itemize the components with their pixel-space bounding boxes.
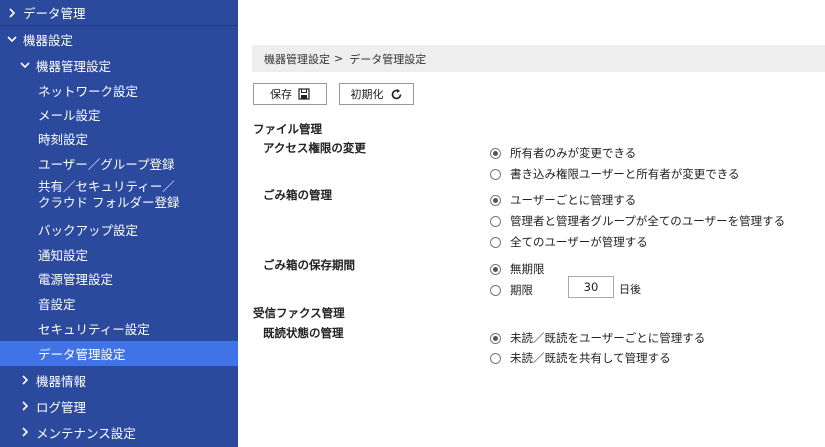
radio-button[interactable] [490,147,501,159]
option-label: 管理者と管理者グループが全てのユーザーを管理する [510,214,786,228]
sidebar-item-label: バックアップ設定 [38,222,139,238]
option-label: ユーザーごとに管理する [510,193,637,207]
radio-button[interactable] [490,168,501,180]
retention-days-input[interactable]: 30 [568,276,614,298]
sidebar-item-device-mgmt-settings[interactable]: 機器管理設定 [0,52,238,78]
access-option-writers-and-owner[interactable]: 書き込み権限ユーザーと所有者が変更できる [490,166,740,182]
sidebar-item-label: クラウド フォルダー登録 [38,195,180,210]
sidebar-item-label: 共有／セキュリティー／ [38,179,175,194]
sidebar-item-time[interactable]: 時刻設定 [0,126,238,150]
breadcrumb-parent[interactable]: 機器管理設定 [264,51,330,67]
chevron-right-icon [6,7,18,19]
trash-retention-label: ごみ箱の保存期間 [263,258,355,272]
main-content: 機器管理設定 > データ管理設定 保存 初期化 ファイル管理 アクセス権限の変更… [238,0,825,447]
breadcrumb: 機器管理設定 > データ管理設定 [252,45,825,72]
sidebar-item-label: セキュリティー設定 [38,321,150,337]
save-icon [298,88,310,100]
sidebar-item-maintenance[interactable]: メンテナンス設定 [0,419,238,445]
chevron-down-icon [6,33,18,45]
option-label: 所有者のみが変更できる [510,146,637,160]
access-option-owner-only[interactable]: 所有者のみが変更できる [490,145,636,161]
sidebar-item-backup[interactable]: バックアップ設定 [0,217,238,241]
sidebar-item-sound[interactable]: 音設定 [0,291,238,315]
option-label: 期限 [510,283,533,297]
file-mgmt-title: ファイル管理 [253,122,322,136]
radio-button[interactable] [490,236,501,248]
sidebar-item-mail[interactable]: メール設定 [0,102,238,126]
sidebar-item-shared-folder[interactable]: 共有／セキュリティー／ クラウド フォルダー登録 [0,176,238,216]
sidebar-item-label: ネットワーク設定 [38,83,139,99]
sidebar-item-notification[interactable]: 通知設定 [0,242,238,266]
radio-button[interactable] [490,215,501,227]
radio-button[interactable] [490,332,501,344]
radio-button[interactable] [490,194,501,206]
retention-option-unlimited[interactable]: 無期限 [490,261,545,277]
radio-button[interactable] [490,352,501,364]
sidebar-item-label: 通知設定 [38,247,89,263]
sidebar-item-data-management[interactable]: データ管理 [0,0,238,25]
trash-option-all-users[interactable]: 全てのユーザーが管理する [490,234,648,250]
sidebar-item-label: 音設定 [38,296,76,312]
sidebar-item-label: 機器管理設定 [36,58,112,74]
retention-days-unit: 日後 [619,283,641,296]
sidebar-item-network[interactable]: ネットワーク設定 [0,78,238,102]
breadcrumb-current: データ管理設定 [349,52,427,66]
sidebar: データ管理 機器設定 機器管理設定 ネットワーク設定 メール設定 時刻設定 ユー… [0,0,238,447]
sidebar-item-log-mgmt[interactable]: ログ管理 [0,393,238,419]
chevron-right-icon [19,426,31,438]
access-permission-label: アクセス権限の変更 [263,141,366,155]
sidebar-item-power[interactable]: 電源管理設定 [0,266,238,290]
retention-days-value: 30 [583,280,599,294]
save-button-label: 保存 [270,88,292,101]
trash-option-admin[interactable]: 管理者と管理者グループが全てのユーザーを管理する [490,213,785,229]
sidebar-item-label: ログ管理 [36,399,87,415]
radio-button[interactable] [490,263,501,275]
option-label: 書き込み権限ユーザーと所有者が変更できる [510,167,740,181]
sidebar-item-label: ユーザー／グループ登録 [38,156,175,172]
chevron-down-icon [19,59,31,71]
sidebar-item-label: 電源管理設定 [38,271,114,287]
sidebar-item-security[interactable]: セキュリティー設定 [0,316,238,340]
chevron-right-icon [19,400,31,412]
initialize-button[interactable]: 初期化 [339,83,414,105]
retention-option-limited[interactable]: 期限 [490,282,533,298]
initialize-button-label: 初期化 [350,88,384,101]
trash-option-per-user[interactable]: ユーザーごとに管理する [490,192,636,208]
refresh-icon [390,88,403,101]
sidebar-item-device-info[interactable]: 機器情報 [0,367,238,393]
fax-mgmt-title: 受信ファクス管理 [253,306,345,320]
sidebar-item-user-group[interactable]: ユーザー／グループ登録 [0,151,238,175]
trash-mgmt-label: ごみ箱の管理 [263,188,332,202]
sidebar-item-label: 機器設定 [23,32,74,48]
option-label: 未読／既読をユーザーごとに管理する [510,331,706,345]
sidebar-item-label: 時刻設定 [38,131,89,147]
sidebar-item-label: データ管理 [23,6,86,21]
sidebar-item-label: 機器情報 [36,373,87,389]
chevron-right-icon [19,374,31,386]
sidebar-item-device-settings[interactable]: 機器設定 [0,26,238,52]
breadcrumb-separator: > [334,52,344,65]
sidebar-item-data-mgmt-settings[interactable]: データ管理設定 [0,341,238,366]
radio-button[interactable] [490,284,501,296]
read-status-option-shared[interactable]: 未読／既読を共有して管理する [490,350,671,366]
read-status-option-per-user[interactable]: 未読／既読をユーザーごとに管理する [490,330,705,346]
read-status-label: 既読状態の管理 [263,326,344,340]
option-label: 全てのユーザーが管理する [510,235,648,249]
option-label: 無期限 [510,262,545,276]
option-label: 未読／既読を共有して管理する [510,351,671,365]
save-button[interactable]: 保存 [253,83,327,105]
sidebar-item-label: データ管理設定 [38,347,126,362]
sidebar-item-label: メール設定 [38,107,101,123]
sidebar-item-label: メンテナンス設定 [36,425,136,441]
